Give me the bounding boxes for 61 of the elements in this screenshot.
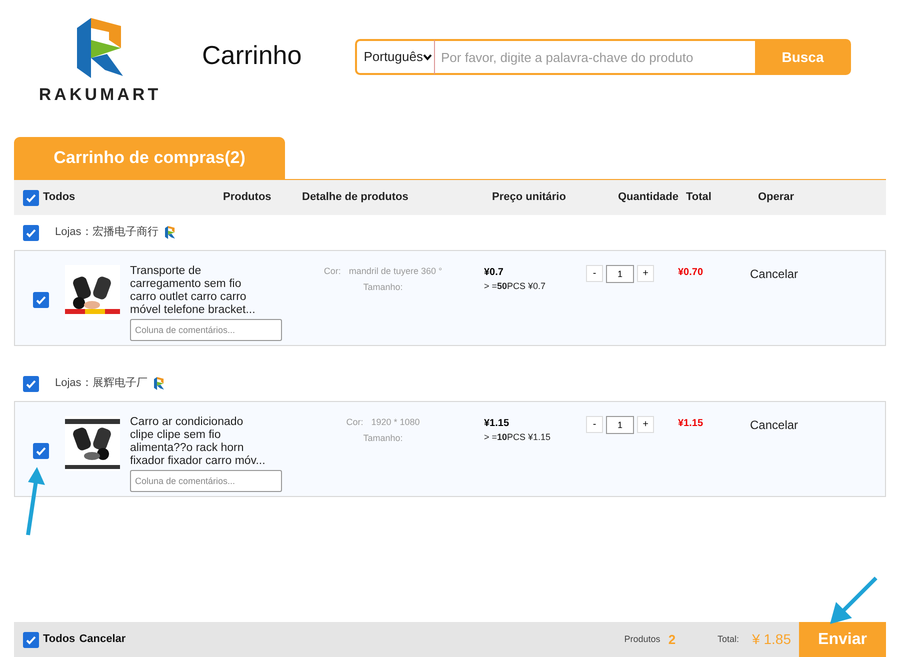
select-all-label: Todos: [43, 190, 76, 206]
arrow-icon: [828, 576, 878, 626]
color-label: Cor:: [324, 265, 341, 278]
checkbox[interactable]: [23, 376, 39, 392]
check-icon: [25, 192, 37, 204]
column-header: Produtos: [223, 190, 272, 206]
color-value: mandril de tuyere 360 °: [348, 265, 442, 278]
checkbox[interactable]: [33, 443, 49, 459]
decrease-button[interactable]: -: [586, 416, 603, 433]
logo-text: RAKUMART: [38, 84, 162, 106]
column-header: Detalhe de produtos: [302, 190, 410, 206]
unit-price: ¥1.15: [484, 417, 510, 431]
checkbox[interactable]: [33, 292, 49, 308]
page-title: Carrinho: [202, 38, 302, 72]
product-title[interactable]: Transporte de carregamento sem fio carro outlet carro carro móvel telefone bracket...: [130, 265, 268, 317]
item-total: ¥1.15: [678, 417, 704, 431]
checkbox[interactable]: [23, 632, 39, 648]
store-name: Lojas：展辉电子厂: [55, 376, 148, 392]
store-name: Lojas：宏播电子商行: [55, 224, 158, 240]
item-total: ¥0.70: [678, 266, 704, 280]
logo-icon: [77, 18, 123, 78]
checkbox[interactable]: [23, 224, 39, 240]
products-label: Produtos: [624, 632, 660, 646]
total-value: ¥ 1.85: [752, 630, 791, 649]
checkbox[interactable]: [23, 190, 39, 206]
color-value: 1920 * 1080: [371, 416, 420, 429]
column-header: Operar: [758, 190, 796, 206]
product-title[interactable]: Carro ar condicionado clipe clipe sem fio alimenta??o rack horn fixador fixador carro móv...: [130, 416, 268, 468]
arrow-icon: [24, 467, 46, 537]
check-icon: [35, 445, 47, 457]
size-label: Tamanho:: [363, 280, 403, 294]
increase-button[interactable]: +: [637, 265, 654, 282]
total-label: Total:: [718, 632, 740, 646]
tier-price: > =10PCS ¥1.15: [484, 431, 552, 444]
comment-field[interactable]: Coluna de comentários...: [130, 319, 282, 341]
increase-button[interactable]: +: [637, 416, 654, 433]
search-field[interactable]: Por favor, digite a palavra-chave do produto: [434, 39, 755, 75]
column-header: Quantidade: [618, 190, 680, 206]
store-logo-icon: [154, 377, 164, 390]
size-label: Tamanho:: [363, 432, 403, 444]
quantity-field[interactable]: 1: [606, 416, 634, 434]
check-icon: [35, 294, 47, 306]
decrease-button[interactable]: -: [586, 265, 603, 282]
comment-field[interactable]: Coluna de comentários...: [130, 470, 282, 492]
cancel-link[interactable]: Cancelar: [79, 631, 126, 648]
check-icon: [25, 226, 37, 238]
cancel-link[interactable]: Cancelar: [750, 265, 798, 283]
chevron-icon: [422, 54, 432, 60]
check-icon: [25, 634, 37, 646]
products-count: 2: [668, 630, 676, 649]
column-header: Preço unitário: [492, 190, 567, 206]
language-select[interactable]: Português: [354, 39, 434, 75]
quantity-field[interactable]: 1: [606, 265, 634, 283]
tier-price: > =50PCS ¥0.7: [484, 280, 547, 293]
column-header: Total: [686, 190, 712, 206]
store-logo-icon: [165, 226, 176, 239]
check-icon: [25, 378, 37, 390]
cancel-link[interactable]: Cancelar: [750, 416, 798, 434]
color-label: Cor:: [346, 416, 364, 429]
unit-price: ¥0.7: [484, 266, 504, 280]
select-all-label: Todos: [43, 632, 76, 648]
